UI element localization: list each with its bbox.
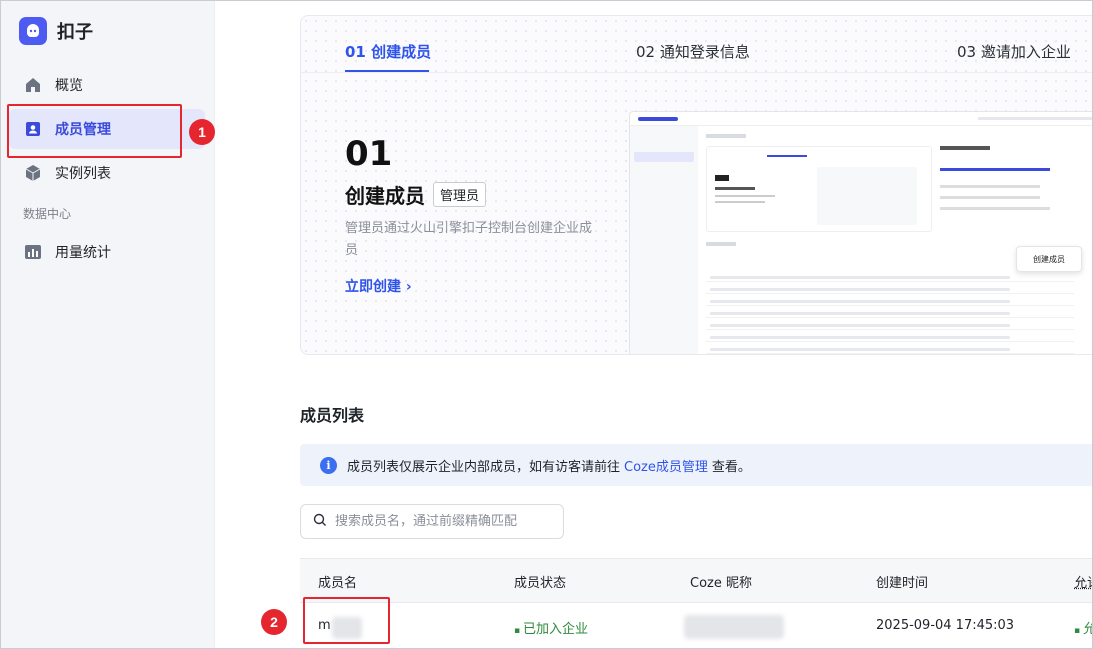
column-header-allow[interactable]: 允许 [1074,572,1092,591]
step1-highlight [7,104,182,158]
info-text-suffix: 查看。 [711,459,751,475]
bar-chart-icon [23,242,43,262]
tab-active-indicator [345,70,429,72]
search-icon [313,512,327,531]
step2-badge: 2 [261,609,287,635]
coze-logo-icon [19,17,47,45]
preview-topbar [630,112,1092,126]
info-icon: i [320,456,337,474]
chevron-right-icon: › [405,279,412,295]
member-table: 成员名 成员状态 Coze 昵称 创建时间 允许 m ▪ 已加入企业 2025-… [300,558,1092,648]
step2-highlight [303,597,390,644]
member-search-box[interactable] [300,504,564,539]
coze-member-management-link[interactable]: Coze成员管理 [624,456,708,475]
create-now-link[interactable]: 立即创建 › [345,276,412,296]
column-header-nickname[interactable]: Coze 昵称 [690,572,752,591]
member-status: ▪ 已加入企业 [514,618,588,637]
column-header-created[interactable]: 创建时间 [876,572,928,591]
member-list-title: 成员列表 [300,406,365,425]
column-header-status[interactable]: 成员状态 [514,572,566,591]
brand-name: 扣子 [57,22,93,43]
preview-steps-card [706,146,932,232]
cube-icon [23,163,43,183]
step-number: 01 [345,134,393,174]
table-header: 成员名 成员状态 Coze 昵称 创建时间 允许 [300,559,1092,603]
onboarding-banner: 01 创建成员 02 通知登录信息 03 邀请加入企业 01 创建成员 管理员 … [300,15,1092,355]
sidebar-item-label: 用量统计 [55,245,111,261]
create-now-label: 立即创建 [345,279,401,295]
member-list-info-banner: i 成员列表仅展示企业内部成员，如有访客请前往 Coze成员管理 查看。 [300,444,1092,486]
preview-create-member-button: 创建成员 [1016,246,1082,272]
console-preview-image: 创建成员 [629,111,1092,354]
column-header-name[interactable]: 成员名 [318,572,357,591]
step-title-text: 创建成员 [345,184,425,208]
brand[interactable]: 扣子 [19,17,93,45]
info-text-prefix: 成员列表仅展示企业内部成员，如有访客请前往 [347,459,621,475]
sidebar-item-usage[interactable]: 用量统计 [9,232,205,272]
member-allow: ▪ 允 [1074,618,1092,637]
tab-create-member[interactable]: 01 创建成员 [345,41,431,62]
app-window: 扣子 概览 成员管理 实例列表 数据中心 用量统计 1 01 创建成员 02 通… [0,0,1093,649]
sidebar-section-data-center: 数据中心 [23,207,72,221]
member-status-text: 已加入企业 [522,622,588,637]
sidebar-item-label: 概览 [55,78,83,94]
sidebar: 扣子 概览 成员管理 实例列表 数据中心 用量统计 [1,1,215,648]
sidebar-item-instances[interactable]: 实例列表 [9,153,205,193]
admin-tag: 管理员 [433,182,487,207]
tab-divider [301,72,1092,73]
redacted-nickname [684,615,784,639]
tab-invite-join[interactable]: 03 邀请加入企业 [957,41,1071,62]
sidebar-item-overview[interactable]: 概览 [9,65,205,105]
status-dot-icon: ▪ [514,626,523,636]
member-created-time: 2025-09-04 17:45:03 [876,618,1015,633]
step-description: 管理员通过火山引擎扣子控制台创建企业成员 [345,221,593,258]
step1-badge: 1 [189,119,215,145]
preview-sidebar [630,126,698,354]
step-title: 创建成员 管理员 [345,180,487,209]
home-icon [23,75,43,95]
preview-heading [706,134,746,138]
status-dot-icon: ▪ [1074,626,1083,636]
member-search-input[interactable] [335,514,545,529]
sidebar-item-label: 实例列表 [55,166,111,182]
preview-login-info [940,146,1070,232]
member-allow-text: 允 [1083,622,1092,637]
tab-notify-login[interactable]: 02 通知登录信息 [636,41,750,62]
preview-list-heading [706,242,736,246]
